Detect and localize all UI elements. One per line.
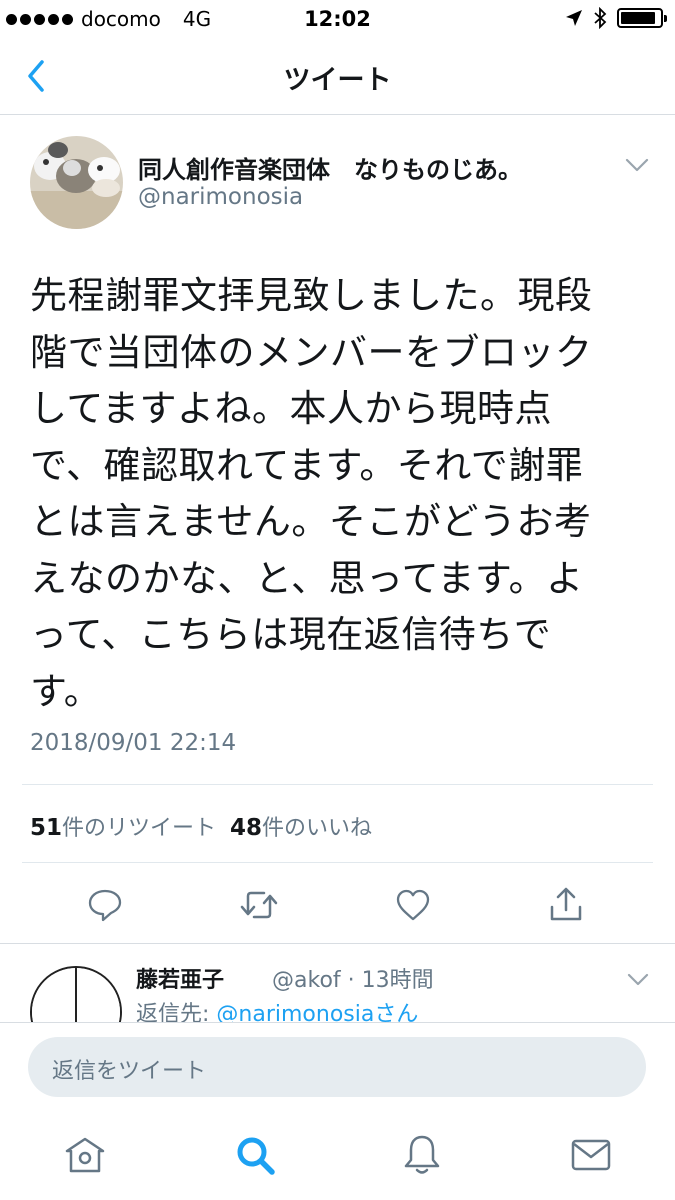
tweet-text-line: してますよね。本人から現時点 (30, 387, 553, 430)
retweet-icon (240, 891, 278, 919)
author-handle[interactable]: @narimonosia (138, 184, 303, 210)
tweet-header: 同人創作音楽団体 なりものじあ。 @narimonosia (30, 136, 650, 232)
tweet-text-line: 階で当団体のメンバーをブロック (30, 330, 593, 374)
tweet-text-line: えなのかな、と、思ってます。よ (30, 556, 584, 600)
divider (22, 862, 653, 863)
like-icon (396, 889, 430, 921)
tweet-text-line: で、確認取れてます。それで謝罪 (30, 443, 584, 487)
like-label: 件のいいね (262, 816, 373, 841)
home-icon (65, 1137, 105, 1173)
retweet-label: 件のリツイート (62, 816, 217, 841)
reply-author-name[interactable]: 藤若亜子 (136, 962, 224, 994)
retweet-stat[interactable]: 51件のリツイート (30, 815, 217, 841)
search-icon (237, 1137, 275, 1175)
compose-area: 返信をツイート (0, 1022, 675, 1111)
reply-input-placeholder: 返信をツイート (52, 1059, 207, 1084)
tweet-text-line: す。 (30, 669, 102, 713)
avatar-image (30, 136, 123, 229)
divider (22, 784, 653, 785)
page-title: ツイート (283, 65, 392, 96)
reply-to-prefix: 返信先: (136, 1002, 217, 1022)
battery-level (621, 12, 655, 24)
like-stat[interactable]: 48件のいいね (230, 815, 373, 841)
tweet-stats: 51件のリツイート 48件のいいね (30, 810, 372, 842)
tab-bar (0, 1110, 675, 1200)
reply-icon (88, 889, 122, 922)
tweet-text: 先程謝罪文拝見致しました。現段 階で当団体のメンバーをブロック してますよね。本… (30, 268, 650, 720)
tab-messages[interactable] (566, 1130, 616, 1180)
notifications-icon (404, 1135, 440, 1174)
like-button[interactable] (388, 880, 438, 930)
reply-to-line: 返信先: @narimonosiaさん (136, 996, 418, 1022)
reply-button[interactable] (80, 880, 130, 930)
tab-home[interactable] (60, 1130, 110, 1180)
bluetooth-icon (594, 7, 607, 29)
messages-icon (571, 1139, 611, 1171)
location-arrow-icon (566, 10, 582, 26)
status-indicators (565, 7, 667, 29)
reply-tweet[interactable]: 藤若亜子 @akof · 13時間 返信先: @narimonosiaさん (0, 944, 675, 1022)
tweet-text-line: 先程謝罪文拝見致しました。現段 (30, 274, 593, 317)
reply-to-mention[interactable]: @narimonosiaさん (216, 1002, 418, 1022)
chevron-down-icon[interactable] (624, 156, 650, 174)
avatar-image (32, 968, 120, 1022)
share-icon (550, 887, 582, 921)
tweet-actions (0, 880, 675, 930)
battery-icon (617, 8, 667, 28)
tab-search[interactable] (230, 1130, 280, 1180)
retweet-count: 51 (30, 815, 63, 841)
tweet-text-line: って、こちらは現在返信待ちで (30, 613, 552, 656)
status-bar: docomo 4G 12:02 (0, 0, 675, 38)
like-count: 48 (230, 815, 263, 841)
author-name[interactable]: 同人創作音楽団体 なりものじあ。 (138, 150, 522, 185)
tab-notifications[interactable] (397, 1130, 447, 1180)
tweet-timestamp: 2018/09/01 22:14 (30, 730, 237, 756)
avatar[interactable] (30, 136, 123, 229)
tweet-text-line: とは言えません。そこがどうお考 (30, 500, 592, 543)
chevron-down-icon[interactable] (626, 972, 650, 988)
reply-input[interactable]: 返信をツイート (28, 1037, 646, 1097)
share-button[interactable] (541, 880, 591, 930)
nav-bar: ツイート (0, 38, 675, 115)
retweet-button[interactable] (234, 880, 284, 930)
reply-author-meta: @akof · 13時間 (272, 968, 434, 993)
avatar[interactable] (30, 966, 122, 1022)
